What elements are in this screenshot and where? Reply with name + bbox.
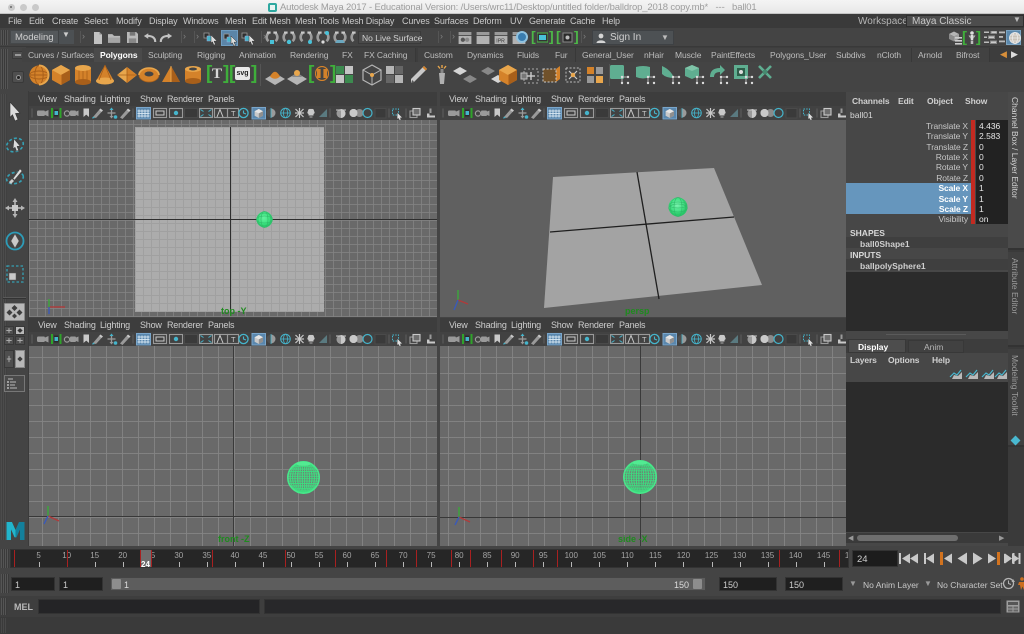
svg-text:T: T <box>642 335 647 344</box>
svg-text:T: T <box>642 109 647 118</box>
svg-text:T: T <box>231 335 236 344</box>
svg-text:IPR: IPR <box>496 38 505 44</box>
svg-text:T: T <box>231 109 236 118</box>
